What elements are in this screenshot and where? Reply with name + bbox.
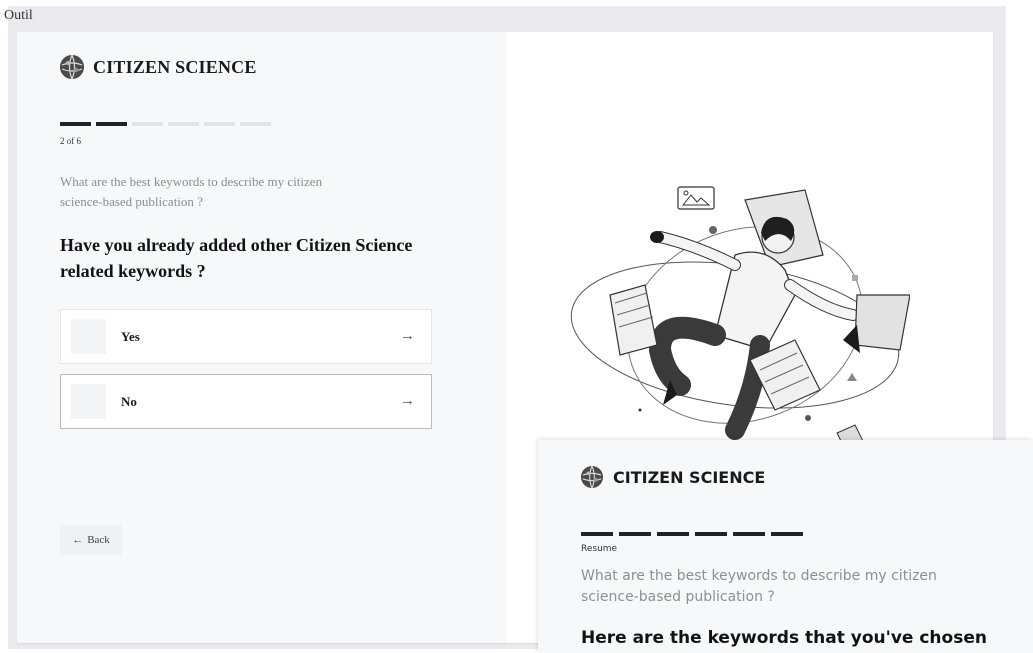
progress-segment: [204, 122, 235, 126]
step-label: Resume: [581, 544, 618, 554]
brand-name: CITIZEN SCIENCE: [93, 56, 257, 77]
progress-bar: [581, 532, 803, 536]
step-counter: 2 of 6: [60, 136, 81, 146]
progress-segment: [132, 122, 163, 126]
main-question: Have you already added other Citizen Sci…: [60, 235, 413, 281]
window-title: Outil: [4, 8, 33, 23]
arrow-right-icon: →: [400, 328, 415, 344]
brand-name: CITIZEN SCIENCE: [613, 467, 766, 487]
progress-bar: [60, 122, 271, 126]
back-button[interactable]: ← Back: [60, 525, 122, 555]
progress-segment: [60, 122, 91, 126]
option-yes-button[interactable]: Yes →: [60, 309, 432, 364]
brand-header: CITIZEN SCIENCE: [581, 466, 765, 488]
option-no-button[interactable]: No →: [60, 374, 432, 429]
person-floating-illustration: [570, 186, 910, 445]
main-question: Here are the keywords that you've chosen: [581, 628, 987, 648]
arrow-right-icon: →: [400, 393, 415, 409]
arrow-left-icon: ←: [72, 534, 84, 546]
option-checkbox: [71, 384, 106, 419]
context-question: What are the best keywords to describe m…: [60, 174, 323, 209]
progress-segment: [96, 122, 127, 126]
globe-logo-icon: [60, 55, 84, 79]
progress-segment: [657, 532, 689, 536]
back-label: Back: [87, 534, 110, 546]
option-checkbox: [71, 319, 106, 354]
progress-segment: [619, 532, 651, 536]
option-label: Yes: [121, 328, 140, 344]
app-window: Outil CITIZEN SCIENCE 2 of 6 What are th…: [0, 0, 1033, 653]
context-question: What are the best keywords to describe m…: [581, 568, 937, 605]
brand-header: CITIZEN SCIENCE: [60, 55, 257, 79]
progress-segment: [695, 532, 727, 536]
progress-segment: [240, 122, 271, 126]
progress-segment: [168, 122, 199, 126]
progress-segment: [733, 532, 765, 536]
progress-segment: [771, 532, 803, 536]
option-label: No: [121, 393, 137, 409]
progress-segment: [581, 532, 613, 536]
resume-preview-card: CITIZEN SCIENCE Resume What are the best…: [538, 440, 1033, 653]
globe-logo-icon: [581, 466, 603, 488]
